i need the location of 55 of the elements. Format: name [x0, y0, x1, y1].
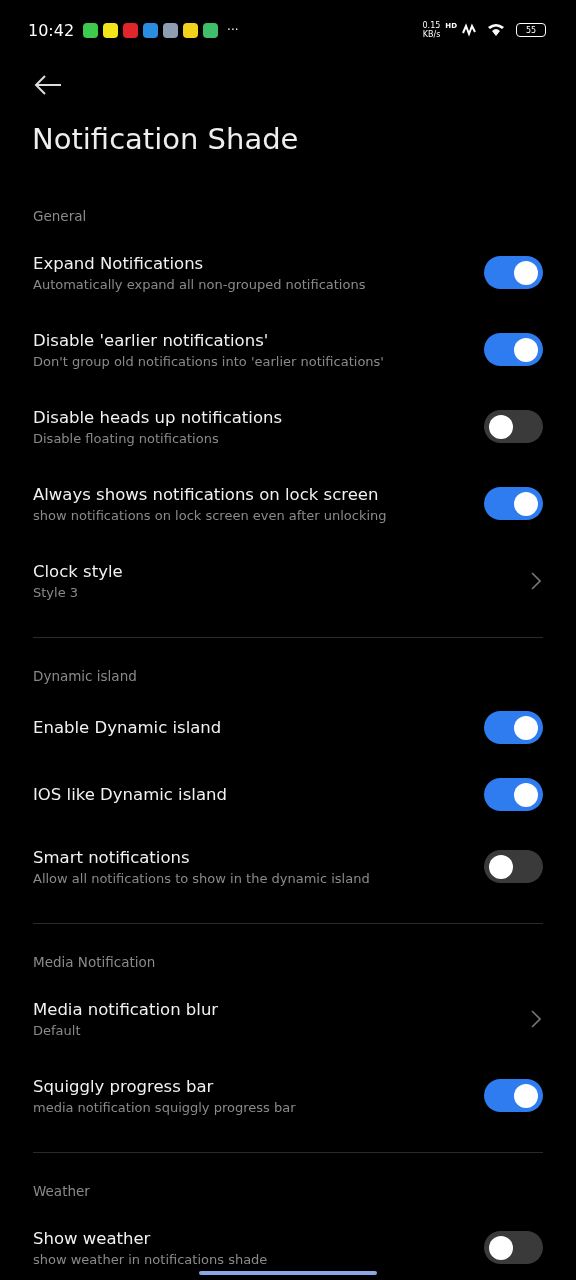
signal-icon	[462, 23, 476, 37]
setting-subtitle: Default	[33, 1022, 82, 1038]
setting-subtitle: show notifications on lock screen even after unlocking	[33, 507, 388, 523]
setting-title: Show weather	[33, 1228, 152, 1248]
setting-title: Disable heads up notifications	[33, 407, 284, 427]
chevron-right-icon	[531, 571, 541, 590]
section-header: Media Notification	[32, 953, 157, 972]
toggle-switch[interactable]	[484, 333, 543, 366]
setting-subtitle: Allow all notifications to show in the dynamic island	[33, 870, 371, 886]
setting-row[interactable]: Squiggly progress bar media notification squiggly progress bar	[0, 1057, 576, 1134]
setting-row[interactable]: Disable heads up notifications Disable floating notifications	[0, 388, 576, 465]
toggle-switch[interactable]	[484, 487, 543, 520]
setting-subtitle: Disable floating notifications	[33, 430, 220, 446]
setting-subtitle: show weather in notifications shade	[33, 1251, 269, 1267]
wifi-icon	[487, 22, 505, 38]
setting-title: Always shows notifications on lock screen	[33, 484, 380, 504]
toggle-switch[interactable]	[484, 850, 543, 883]
section-header: General	[32, 207, 88, 226]
setting-title: Expand Notifications	[33, 253, 205, 273]
navigation-handle[interactable]	[199, 1271, 377, 1275]
setting-row[interactable]: Enable Dynamic island	[0, 694, 576, 761]
section-header: Weather	[32, 1182, 91, 1201]
toggle-switch[interactable]	[484, 1079, 543, 1112]
setting-row[interactable]: Clock style Style 3	[0, 542, 576, 619]
setting-subtitle: Style 3	[33, 584, 80, 600]
setting-row[interactable]: Expand Notifications Automatically expand all non-grouped notifications	[0, 234, 576, 311]
setting-row[interactable]: Disable 'earlier notifications' Don't group old notifications into 'earlier notifications'	[0, 311, 576, 388]
back-arrow-icon[interactable]	[34, 75, 62, 95]
toggle-switch[interactable]	[484, 711, 543, 744]
chevron-right-icon	[531, 1009, 541, 1028]
setting-title: Smart notifications	[33, 847, 191, 867]
battery-icon: 55	[516, 23, 546, 37]
toggle-switch[interactable]	[484, 256, 543, 289]
setting-title: IOS like Dynamic island	[33, 785, 228, 804]
setting-title: Clock style	[33, 561, 124, 581]
setting-row[interactable]: Always shows notifications on lock screen show notifications on lock screen even after unlocking	[0, 465, 576, 542]
page-title: Notification Shade	[31, 121, 300, 158]
network-speed: 0.15 KB/s	[422, 21, 441, 39]
more-notifications-text: ···	[227, 23, 239, 37]
setting-row[interactable]: Smart notifications Allow all notifications to show in the dynamic island	[0, 828, 576, 905]
toggle-switch[interactable]	[484, 778, 543, 811]
setting-title: Enable Dynamic island	[33, 718, 223, 737]
status-time: 10:42	[28, 20, 75, 40]
setting-row[interactable]: Media notification blur Default	[0, 980, 576, 1057]
toggle-switch[interactable]	[484, 1231, 543, 1264]
setting-row[interactable]: Show weather show weather in notifications shade	[0, 1209, 576, 1280]
setting-title: Media notification blur	[33, 999, 220, 1019]
section-header: Dynamic island	[32, 667, 138, 686]
setting-title: Disable 'earlier notifications'	[33, 330, 270, 350]
setting-title: Squiggly progress bar	[33, 1076, 215, 1096]
toggle-switch[interactable]	[484, 410, 543, 443]
setting-subtitle: Don't group old notifications into 'earlier notifications'	[33, 353, 385, 369]
setting-subtitle: Automatically expand all non-grouped notifications	[33, 276, 367, 292]
setting-subtitle: media notification squiggly progress bar	[33, 1099, 297, 1115]
setting-row[interactable]: IOS like Dynamic island	[0, 761, 576, 828]
